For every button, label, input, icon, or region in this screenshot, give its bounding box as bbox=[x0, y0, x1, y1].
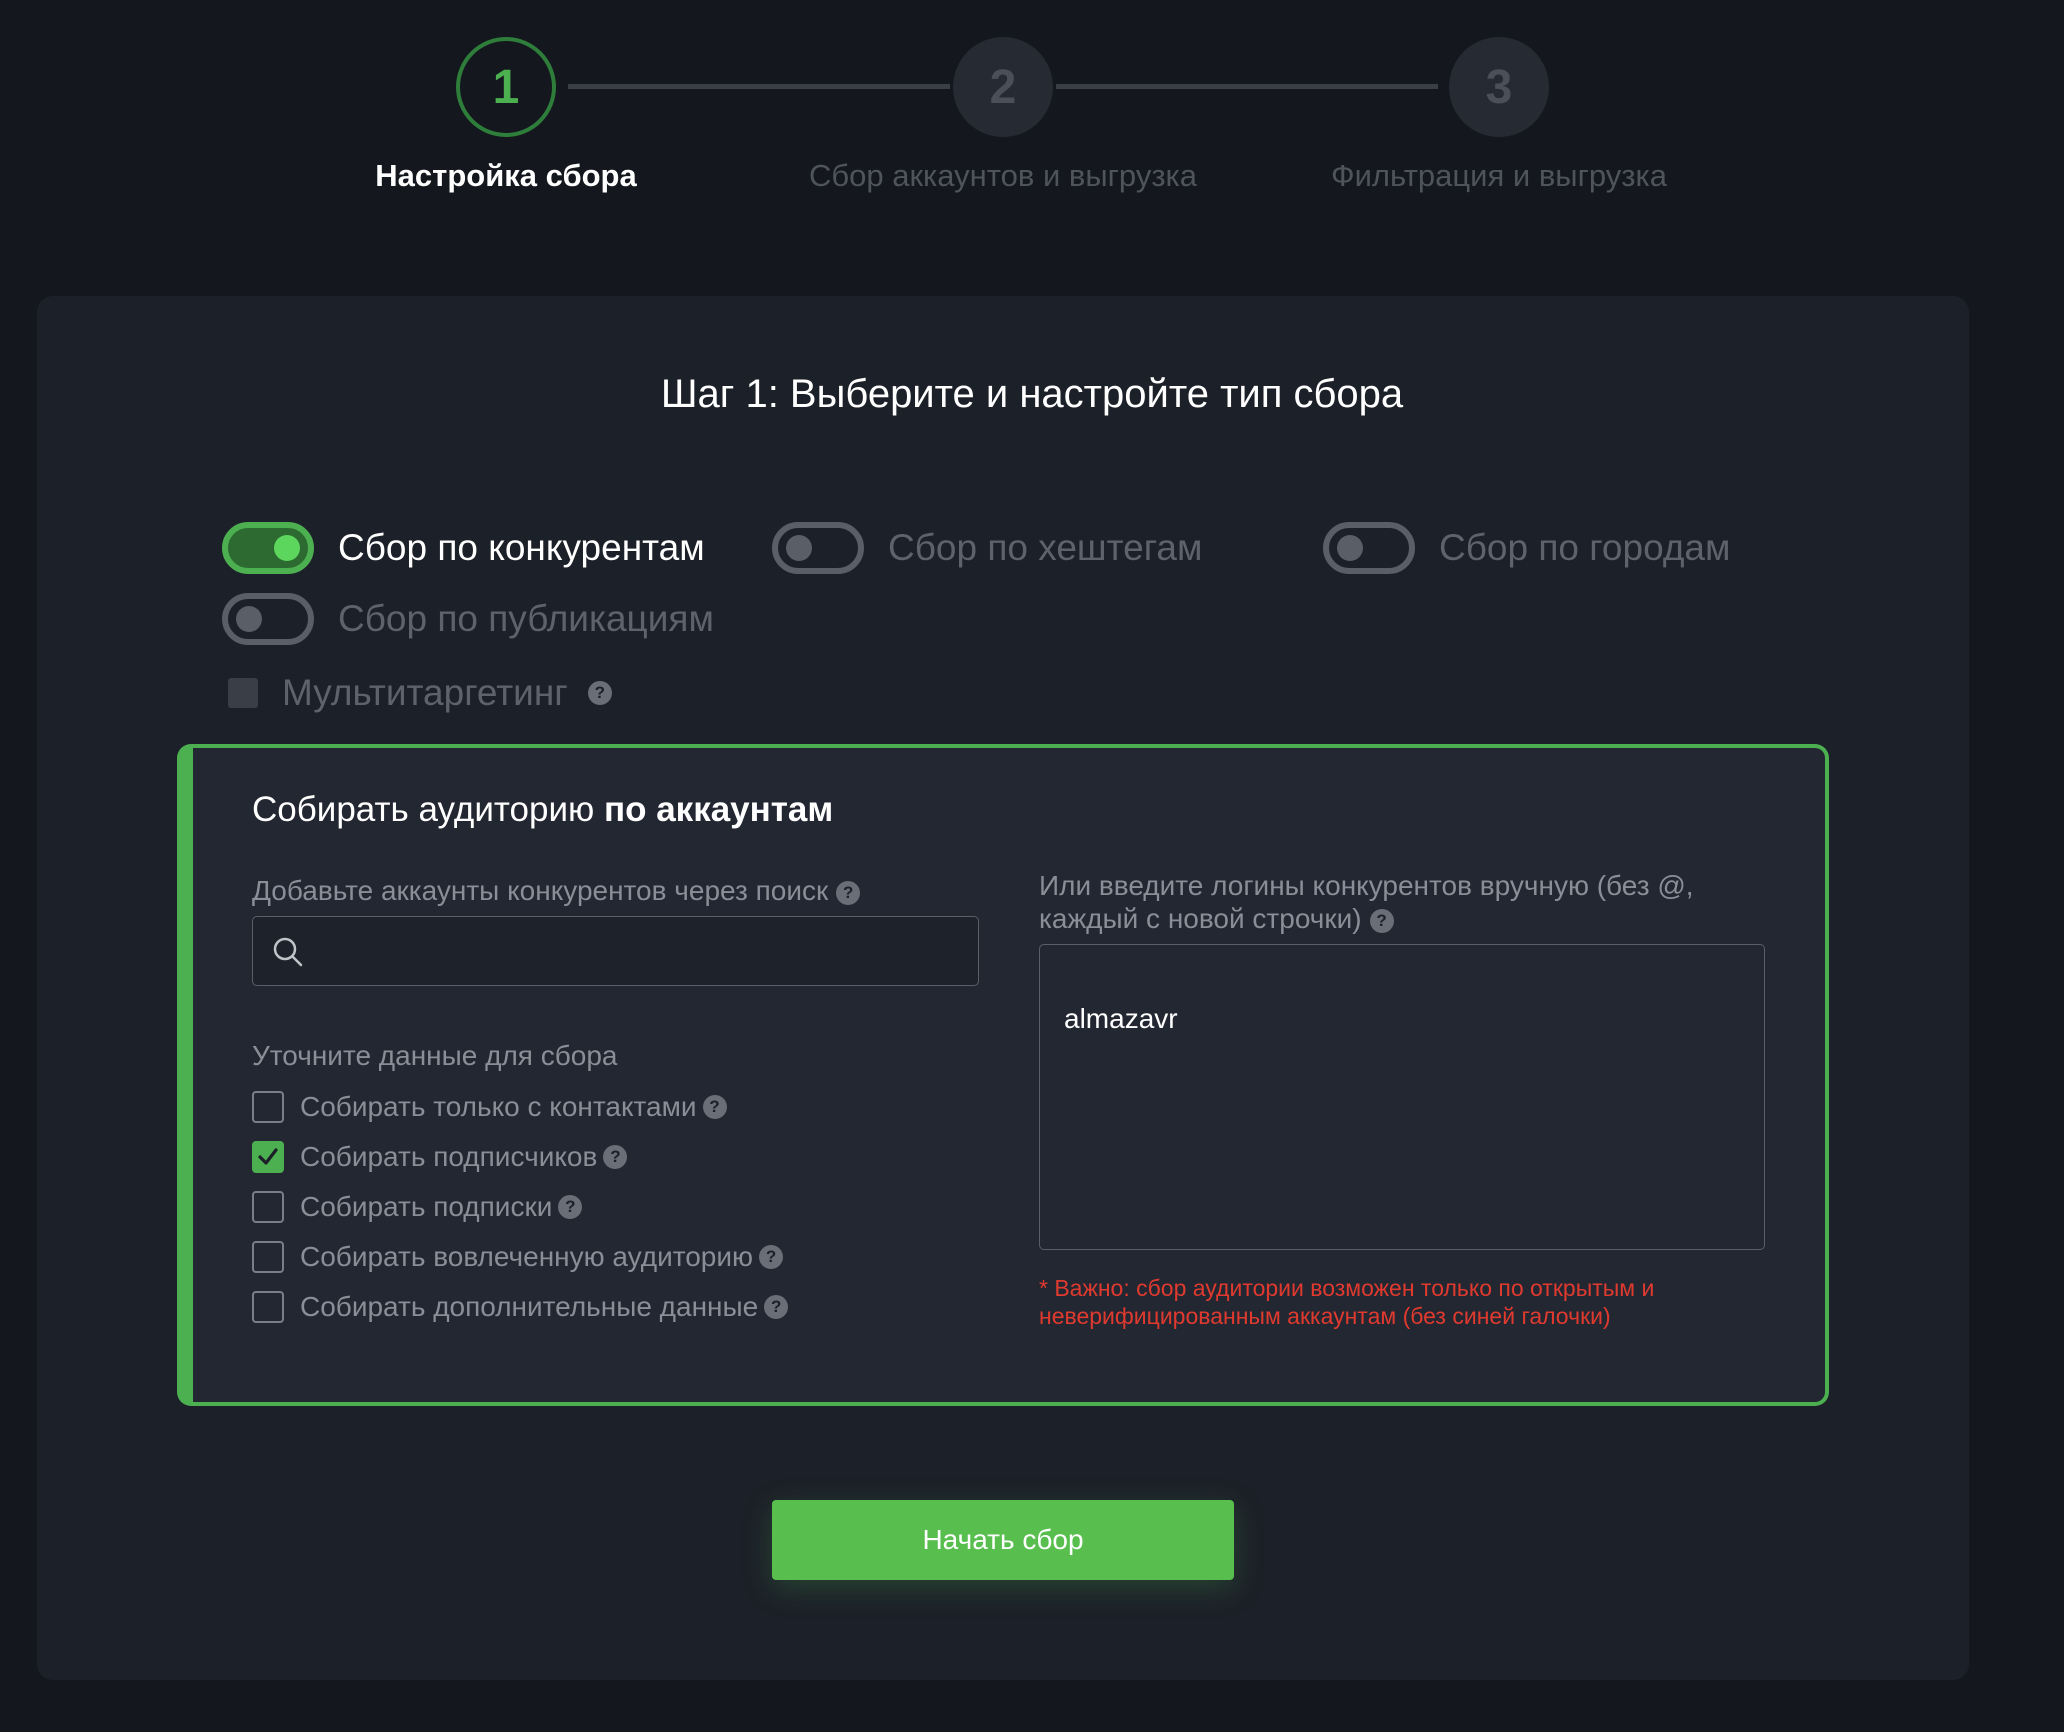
option-label: Собирать подписки bbox=[300, 1191, 553, 1222]
checkbox[interactable] bbox=[252, 1291, 284, 1323]
panel-title-prefix: Собирать аудиторию bbox=[252, 790, 604, 829]
manual-label-line1: Или введите логины конкурентов вручную (… bbox=[1039, 870, 1694, 901]
toggle-knob bbox=[786, 535, 812, 561]
details-label: Уточните данные для сбора bbox=[252, 1040, 618, 1071]
toggle-switch-cities[interactable] bbox=[1323, 522, 1415, 574]
checkbox[interactable] bbox=[252, 1191, 284, 1223]
toggle-label-hashtags: Сбор по хештегам bbox=[888, 527, 1203, 568]
option-additional-data[interactable]: Собирать дополнительные данные ? bbox=[252, 1291, 789, 1323]
step-1-label: Настройка сбора bbox=[375, 158, 637, 193]
step-3-circle[interactable]: 3 bbox=[1449, 37, 1549, 137]
warning-note: * Важно: сбор аудитории возможен только … bbox=[1039, 1274, 1759, 1330]
toggle-knob bbox=[1337, 535, 1363, 561]
search-input[interactable] bbox=[317, 917, 967, 985]
step-1-circle[interactable]: 1 bbox=[456, 37, 556, 137]
toggle-switch-competitors[interactable] bbox=[222, 522, 314, 574]
checkbox[interactable] bbox=[252, 1091, 284, 1123]
option-label: Собирать дополнительные данные bbox=[300, 1291, 759, 1322]
warning-line2: неверифицированным аккаунтам (без синей … bbox=[1039, 1303, 1611, 1329]
step-1-number: 1 bbox=[492, 60, 520, 114]
search-label-text: Добавьте аккаунты конкурентов через поис… bbox=[252, 875, 829, 906]
checkmark-icon bbox=[258, 1148, 278, 1165]
checkbox-checked[interactable] bbox=[252, 1141, 284, 1173]
step-3-label: Фильтрация и выгрузка bbox=[1331, 158, 1667, 193]
toggle-cities[interactable]: Сбор по городам bbox=[1323, 522, 1730, 574]
checkbox[interactable] bbox=[252, 1241, 284, 1273]
toggle-label-competitors: Сбор по конкурентам bbox=[338, 527, 705, 568]
option-contacts-only[interactable]: Собирать только с контактами ? bbox=[252, 1091, 727, 1123]
help-icon[interactable]: ? bbox=[587, 681, 612, 705]
stepper: 1 2 3 Настройка сбора Сбор аккаунтов и в… bbox=[0, 0, 2064, 240]
multitargeting-option[interactable]: Мультитаргетинг ? bbox=[228, 672, 612, 714]
step-2-circle[interactable]: 2 bbox=[953, 37, 1053, 137]
manual-label-line2: каждый с новой строчки) bbox=[1039, 903, 1362, 934]
option-label: Собирать только с контактами bbox=[300, 1091, 697, 1122]
manual-logins-label: Или введите логины конкурентов вручную (… bbox=[1039, 869, 1694, 935]
option-label: Собирать подписчиков bbox=[300, 1141, 598, 1172]
start-collection-button[interactable]: Начать сбор bbox=[772, 1500, 1234, 1580]
step-connector-1-2 bbox=[568, 84, 950, 89]
help-icon[interactable]: ? bbox=[836, 880, 861, 905]
panel-title: Собирать аудиторию по аккаунтам bbox=[252, 790, 833, 830]
help-icon[interactable]: ? bbox=[702, 1095, 727, 1119]
toggle-knob bbox=[274, 535, 300, 561]
toggle-hashtags[interactable]: Сбор по хештегам bbox=[772, 522, 1202, 574]
search-icon bbox=[273, 937, 303, 967]
toggle-publications[interactable]: Сбор по публикациям bbox=[222, 593, 714, 645]
option-followings[interactable]: Собирать подписки ? bbox=[252, 1191, 583, 1223]
toggle-switch-publications[interactable] bbox=[222, 593, 314, 645]
help-icon[interactable]: ? bbox=[759, 1245, 784, 1269]
help-icon[interactable]: ? bbox=[603, 1145, 628, 1169]
help-icon[interactable]: ? bbox=[1369, 908, 1394, 933]
step-2-number: 2 bbox=[989, 60, 1017, 114]
search-field[interactable] bbox=[252, 916, 979, 986]
toggle-knob bbox=[236, 606, 262, 632]
toggle-label-publications: Сбор по публикациям bbox=[338, 598, 714, 639]
search-label: Добавьте аккаунты конкурентов через поис… bbox=[252, 874, 861, 907]
warning-line1: * Важно: сбор аудитории возможен только … bbox=[1039, 1275, 1655, 1301]
page-title: Шаг 1: Выберите и настройте тип сбора bbox=[660, 372, 1404, 416]
multitargeting-checkbox[interactable] bbox=[228, 678, 258, 708]
manual-label-line2-wrap: каждый с новой строчки)? bbox=[1039, 902, 1694, 935]
step-3-number: 3 bbox=[1485, 60, 1513, 114]
option-engaged-audience[interactable]: Собирать вовлеченную аудиторию ? bbox=[252, 1241, 784, 1273]
panel-title-bold: по аккаунтам bbox=[603, 790, 834, 829]
manual-logins-textarea[interactable]: almazavr bbox=[1039, 944, 1765, 1250]
multitargeting-label: Мультитаргетинг bbox=[282, 672, 568, 713]
step-connector-2-3 bbox=[1056, 84, 1438, 89]
toggle-label-cities: Сбор по городам bbox=[1439, 527, 1731, 568]
textarea-value: almazavr bbox=[1064, 1003, 1178, 1034]
option-label: Собирать вовлеченную аудиторию bbox=[300, 1241, 754, 1272]
toggle-switch-hashtags[interactable] bbox=[772, 522, 864, 574]
help-icon[interactable]: ? bbox=[764, 1295, 789, 1319]
option-followers[interactable]: Собирать подписчиков ? bbox=[252, 1141, 628, 1173]
help-icon[interactable]: ? bbox=[558, 1195, 583, 1219]
toggle-competitors[interactable]: Сбор по конкурентам bbox=[222, 522, 705, 574]
step-2-label: Сбор аккаунтов и выгрузка bbox=[808, 158, 1198, 193]
